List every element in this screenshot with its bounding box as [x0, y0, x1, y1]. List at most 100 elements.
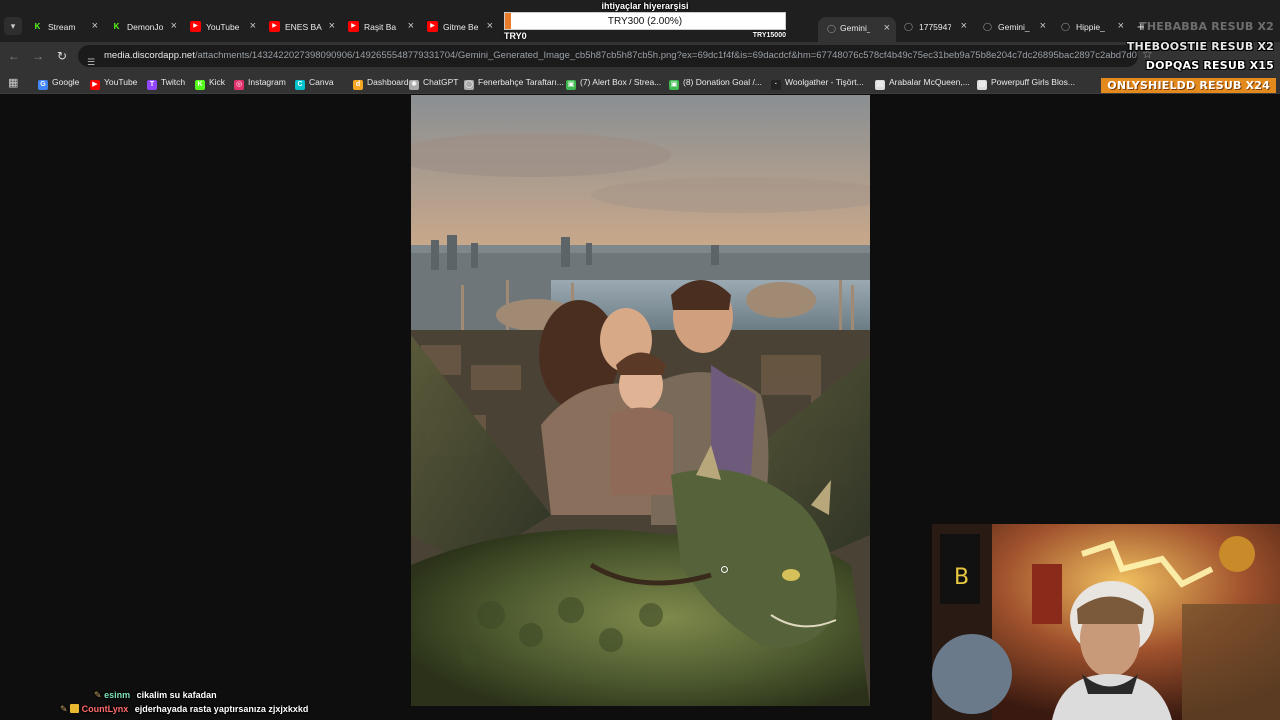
tab-1775947[interactable]: ◯ 1775947 ×: [903, 16, 967, 38]
chat-username: esinm: [104, 690, 131, 700]
youtube-icon: ▶: [269, 21, 280, 32]
google-icon: G: [38, 80, 48, 90]
youtube-icon: ▶: [427, 21, 438, 32]
tab-label: Stream: [48, 22, 76, 32]
generated-image[interactable]: [411, 95, 870, 706]
woolgather-icon: ·: [771, 80, 781, 90]
bookmark-canva[interactable]: C Canva: [295, 74, 334, 90]
chat-message: ✎ esinm cikalim su kafadan: [60, 688, 308, 702]
tab-youtube[interactable]: ▶ YouTube ×: [190, 16, 256, 38]
tab-gemini-active[interactable]: ◯ Gemini_G ×: [818, 17, 896, 42]
globe-icon: ◯: [464, 80, 474, 90]
pencil-icon: ✎: [94, 690, 102, 700]
chat-username: CountLynx: [81, 704, 129, 714]
close-icon[interactable]: ×: [1118, 20, 1124, 32]
tab-stream[interactable]: K Stream ×: [32, 16, 98, 38]
tab-demonjo[interactable]: K DemonJo ×: [111, 16, 177, 38]
bookmark-label: (8) Donation Goal /...: [683, 77, 762, 87]
bookmark-google[interactable]: G Google: [38, 74, 79, 90]
bookmark-powerpuff-girls-blos[interactable]: ▤ Powerpuff Girls Blos...: [977, 74, 1075, 90]
goal-max-label: TRY15000: [752, 32, 786, 39]
bookmark-kick[interactable]: K Kick: [195, 74, 225, 90]
mouse-cursor: [721, 566, 728, 573]
bookmark-dashboard[interactable]: d Dashboard: [353, 74, 409, 90]
resub-alert-onlyshieldd: ONLYSHIELDD RESUB X24: [1101, 78, 1276, 93]
close-icon[interactable]: ×: [171, 20, 177, 32]
goal-progress-bar: TRY300 (2.00%): [504, 12, 786, 30]
globe-icon: ◯: [983, 22, 992, 31]
goal-progress-label: TRY300 (2.00%): [607, 16, 683, 27]
bookmark-label: (7) Alert Box / Strea...: [580, 77, 662, 87]
chat-message: ✎ CountLynx ejderhayada rasta yaptırsanı…: [60, 702, 308, 716]
globe-icon: ◯: [1061, 22, 1070, 31]
bookmark-twitch[interactable]: T Twitch: [147, 74, 185, 90]
bookmark-woolgather-ti-rt[interactable]: · Woolgather - Tişört...: [771, 74, 864, 90]
tab-label: Gemini_G: [840, 23, 870, 33]
bookmark-label: Twitch: [161, 77, 186, 87]
address-toolbar: ← → ↻ ☰ media.discordapp.net/attachments…: [0, 42, 1280, 70]
close-icon[interactable]: ×: [487, 20, 493, 32]
globe-icon: ◯: [904, 22, 913, 31]
bookmarks-bar: ▦ G Google ▶ YouTube T Twitch K Kick ◎ Instagram C…: [0, 70, 1280, 94]
reload-button[interactable]: ↻: [54, 48, 70, 64]
tab-label: Gitme Be: [443, 22, 479, 32]
tab-gemini[interactable]: ◯ Gemini_ ×: [982, 16, 1046, 38]
bookmark-label: Powerpuff Girls Blos...: [991, 77, 1075, 87]
donation-goal-widget: ihtiyaçlar hiyerarşisi TRY300 (2.00%) TR…: [504, 0, 786, 42]
youtube-icon: ▶: [90, 80, 100, 90]
close-icon[interactable]: ×: [961, 20, 967, 32]
goal-min-label: TRY0: [504, 31, 527, 41]
chat-text: cikalim su kafadan: [136, 690, 217, 700]
bookmark-label: Kick: [209, 77, 226, 87]
close-icon[interactable]: ×: [1040, 20, 1046, 32]
bookmark-youtube[interactable]: ▶ YouTube: [90, 74, 137, 90]
page-icon: ▤: [875, 80, 885, 90]
tab-label: ENES BA: [285, 22, 322, 32]
tab-gitme-be[interactable]: ▶ Gitme Be ×: [427, 16, 493, 38]
chat-overlay: ✎ esinm cikalim su kafadan ✎ CountLynx e…: [60, 688, 308, 716]
apps-grid-icon[interactable]: ▦: [8, 76, 18, 89]
resub-alert-theboostie: THEBOOSTIE RESUB X2: [1126, 40, 1274, 53]
tab-label: Gemini_: [998, 22, 1030, 32]
bookmark-chatgpt[interactable]: ✺ ChatGPT: [409, 74, 458, 90]
goal-title: ihtiyaçlar hiyerarşisi: [601, 1, 689, 11]
tab-enes-ba[interactable]: ▶ ENES BA ×: [269, 16, 335, 38]
dashboard-icon: d: [353, 80, 363, 90]
svg-text:B: B: [954, 565, 969, 590]
tab-label: DemonJo: [127, 22, 164, 32]
bookmark-label: Arabalar McQueen,...: [889, 77, 970, 87]
url-path: /attachments/1432422027398090906/1492655…: [194, 50, 1138, 61]
bookmark-fenerbah-e-taraftar[interactable]: ◯ Fenerbahçe Taraftarı...: [464, 74, 564, 90]
bookmark-instagram[interactable]: ◎ Instagram: [234, 74, 286, 90]
back-button[interactable]: ←: [6, 48, 22, 64]
tab-rasit-ba[interactable]: ▶ Raşit Ba ×: [348, 16, 414, 38]
close-icon[interactable]: ×: [884, 22, 890, 34]
tab-hippie[interactable]: ◯ Hippie_ ×: [1060, 16, 1124, 38]
site-info-icon[interactable]: ☰: [87, 51, 95, 67]
forward-button[interactable]: →: [30, 48, 46, 64]
bookmark-label: Woolgather - Tişört...: [785, 77, 864, 87]
tab-label: Hippie_: [1076, 22, 1105, 32]
instagram-icon: ◎: [234, 80, 244, 90]
close-icon[interactable]: ×: [250, 20, 256, 32]
webcam-overlay: B: [932, 524, 1280, 720]
close-icon[interactable]: ×: [408, 20, 414, 32]
bookmark-arabalar-mcqueen[interactable]: ▤ Arabalar McQueen,...: [875, 74, 970, 90]
tab-search-button[interactable]: ▾: [4, 17, 22, 35]
twitch-icon: T: [147, 80, 157, 90]
resub-alert-thebabba: THEBABBA RESUB X2: [1139, 20, 1274, 33]
crown-badge-icon: [70, 704, 80, 713]
page-icon: ▤: [977, 80, 987, 90]
bookmark-label: Dashboard: [367, 77, 409, 87]
tab-label: YouTube: [206, 22, 240, 32]
close-icon[interactable]: ×: [329, 20, 335, 32]
close-icon[interactable]: ×: [92, 20, 98, 32]
pencil-icon: ✎: [60, 704, 68, 714]
streamelements-icon: ▣: [669, 80, 679, 90]
canva-icon: C: [295, 80, 305, 90]
bookmark-7-alert-box-strea[interactable]: ▣ (7) Alert Box / Strea...: [566, 74, 661, 90]
resub-alert-dopqas: DOPQAS RESUB X15: [1145, 59, 1274, 72]
kick-icon: K: [113, 22, 120, 31]
address-bar[interactable]: ☰ media.discordapp.net/attachments/14324…: [78, 45, 1138, 67]
bookmark-8-donation-goal[interactable]: ▣ (8) Donation Goal /...: [669, 74, 762, 90]
